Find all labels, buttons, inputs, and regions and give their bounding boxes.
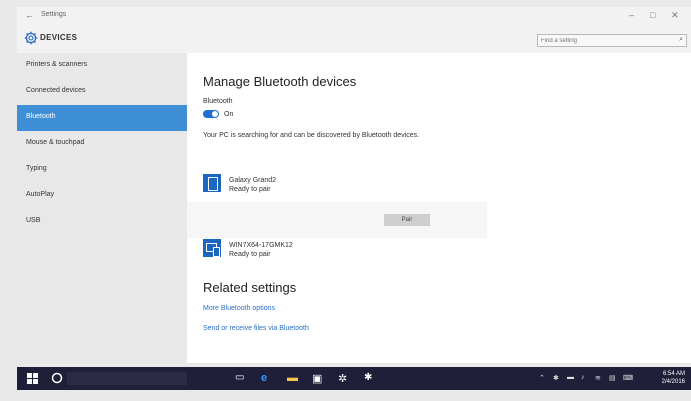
sidebar-item-label: USB bbox=[26, 217, 41, 224]
search-box[interactable]: ⌕ bbox=[537, 34, 687, 47]
file-explorer-icon[interactable]: ▬ bbox=[287, 372, 298, 384]
more-bluetooth-options-link[interactable]: More Bluetooth options bbox=[203, 305, 275, 312]
toggle-state-label: On bbox=[224, 111, 234, 118]
taskbar-search-box[interactable] bbox=[67, 372, 187, 385]
windows-logo-icon[interactable] bbox=[27, 373, 38, 384]
taskbar-clock[interactable]: 6:54 AM 2/4/2016 bbox=[645, 370, 685, 386]
bluetooth-label: Bluetooth bbox=[203, 98, 233, 105]
search-input[interactable] bbox=[541, 36, 661, 45]
taskbar: ▭ e ▬ ▣ ✲ ✱ ⌃ ✱ ▬ ♪ ≋ ▤ ⌨ 6:54 AM 2/4/20… bbox=[17, 367, 691, 390]
network-icon[interactable]: ▬ bbox=[567, 374, 574, 381]
main-content: Manage Bluetooth devices Bluetooth On Yo… bbox=[187, 53, 691, 363]
related-settings-title: Related settings bbox=[203, 280, 297, 295]
sidebar-item-typing[interactable]: Typing bbox=[17, 157, 187, 183]
sidebar-item-label: Printers & scanners bbox=[26, 61, 88, 68]
cortana-icon[interactable] bbox=[51, 372, 63, 384]
page-header: DEVICES ⌕ bbox=[17, 25, 691, 53]
back-arrow-icon[interactable]: ← bbox=[25, 10, 34, 20]
sidebar-item-usb[interactable]: USB bbox=[17, 209, 187, 235]
device-item[interactable]: Galaxy Grand2 Ready to pair bbox=[203, 174, 443, 198]
send-receive-files-link[interactable]: Send or receive files via Bluetooth bbox=[203, 325, 309, 332]
device-status: Ready to pair bbox=[229, 251, 271, 258]
bluetooth-icon[interactable]: ✱ bbox=[364, 372, 372, 383]
sidebar-item-mouse-touchpad[interactable]: Mouse & touchpad bbox=[17, 131, 187, 157]
toggle-knob bbox=[212, 111, 218, 117]
search-icon[interactable]: ⌕ bbox=[679, 36, 683, 44]
device-name: Galaxy Grand2 bbox=[229, 177, 277, 184]
device-status: Ready to pair bbox=[229, 186, 271, 193]
close-button[interactable]: ✕ bbox=[671, 10, 679, 21]
computer-icon bbox=[203, 239, 221, 257]
section-title: Manage Bluetooth devices bbox=[203, 74, 357, 89]
settings-icon[interactable]: ✲ bbox=[338, 372, 347, 385]
status-text: Your PC is searching for and can be disc… bbox=[203, 132, 420, 139]
task-view-icon[interactable]: ▭ bbox=[235, 372, 244, 383]
device-action-band bbox=[187, 202, 487, 238]
up-arrow-icon[interactable]: ⌃ bbox=[539, 374, 545, 382]
sidebar-item-autoplay[interactable]: AutoPlay bbox=[17, 183, 187, 209]
sidebar-item-label: Bluetooth bbox=[26, 113, 56, 120]
clock-date: 2/4/2016 bbox=[661, 379, 685, 385]
phone-icon bbox=[203, 174, 221, 192]
settings-window: ← Settings – □ ✕ DEVICES ⌕ Printers & sc… bbox=[17, 7, 691, 363]
sidebar-item-label: Typing bbox=[26, 165, 47, 172]
maximize-button[interactable]: □ bbox=[650, 10, 655, 20]
bluetooth-tray-icon[interactable]: ✱ bbox=[553, 374, 559, 382]
sidebar-item-label: Connected devices bbox=[26, 87, 86, 94]
minimize-button[interactable]: – bbox=[629, 10, 634, 20]
window-title: Settings bbox=[41, 11, 67, 18]
pair-button[interactable]: Pair bbox=[384, 214, 430, 226]
notifications-icon[interactable]: ▤ bbox=[609, 374, 616, 382]
bluetooth-toggle[interactable] bbox=[203, 110, 219, 118]
keyboard-icon[interactable]: ⌨ bbox=[623, 374, 633, 382]
sidebar-item-label: Mouse & touchpad bbox=[26, 139, 85, 146]
edge-icon[interactable]: e bbox=[261, 372, 267, 384]
sidebar: Printers & scanners Connected devices Bl… bbox=[17, 53, 187, 363]
store-icon[interactable]: ▣ bbox=[312, 372, 322, 385]
volume-icon[interactable]: ♪ bbox=[581, 374, 585, 381]
device-name: WIN7X64-17GMK12 bbox=[229, 242, 293, 249]
sidebar-item-printers-scanners[interactable]: Printers & scanners bbox=[17, 53, 187, 79]
device-item[interactable]: WIN7X64-17GMK12 Ready to pair bbox=[203, 239, 443, 263]
page-title: DEVICES bbox=[40, 33, 78, 42]
clock-time: 6:54 AM bbox=[662, 371, 685, 377]
title-bar: ← Settings – □ ✕ bbox=[17, 7, 691, 25]
sidebar-item-label: AutoPlay bbox=[26, 191, 55, 198]
sidebar-item-bluetooth[interactable]: Bluetooth bbox=[17, 105, 187, 131]
sidebar-item-connected-devices[interactable]: Connected devices bbox=[17, 79, 187, 105]
language-icon[interactable]: ≋ bbox=[595, 374, 601, 382]
gear-icon bbox=[24, 31, 38, 45]
